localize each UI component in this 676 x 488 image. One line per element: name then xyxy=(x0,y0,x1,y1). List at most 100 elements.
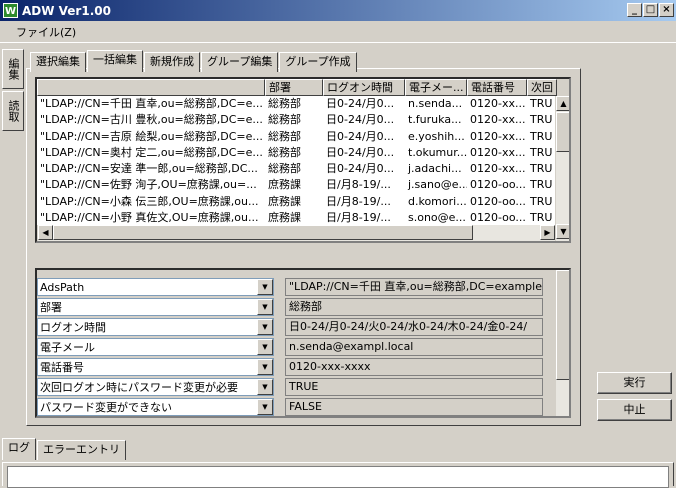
tab-new[interactable]: 新規作成 xyxy=(144,52,200,72)
tab-group-create[interactable]: グループ作成 xyxy=(279,52,356,72)
tab-log[interactable]: ログ xyxy=(2,438,36,460)
field-select[interactable]: 電話番号 ▼ xyxy=(37,358,274,376)
field-select-label: 電子メール xyxy=(40,339,95,355)
tab-bulk-edit[interactable]: 一括編集 xyxy=(87,50,143,72)
table-cell: 日0-24/月0... xyxy=(323,112,405,128)
log-text[interactable] xyxy=(7,466,669,488)
table-cell: 日0-24/月0... xyxy=(323,129,405,145)
table-cell: "LDAP://CN=小野 真佐文,OU=庶務課,ou... xyxy=(37,210,265,226)
detail-row: パスワード変更ができない ▼ FALSE xyxy=(37,398,543,416)
table-cell: TRU xyxy=(527,210,557,226)
table-cell: "LDAP://CN=千田 直幸,ou=総務部,DC=e... xyxy=(37,96,265,112)
field-value[interactable]: "LDAP://CN=千田 直幸,ou=総務部,DC=example,D xyxy=(285,278,543,296)
field-value[interactable]: n.senda@exampl.local xyxy=(285,338,543,356)
chevron-down-icon[interactable]: ▼ xyxy=(257,379,273,395)
hscroll-thumb[interactable] xyxy=(53,225,473,240)
field-value[interactable]: TRUE xyxy=(285,378,543,396)
table-cell: TRU xyxy=(527,96,557,112)
close-button[interactable]: × xyxy=(659,3,674,17)
field-value[interactable]: FALSE xyxy=(285,398,543,416)
table-row[interactable]: "LDAP://CN=小野 真佐文,OU=庶務課,ou...庶務課日/月8-19… xyxy=(37,210,569,226)
table-cell: TRU xyxy=(527,194,557,210)
tab-group-edit[interactable]: グループ編集 xyxy=(201,52,278,72)
menu-file[interactable]: ファイル(Z) xyxy=(16,24,76,40)
grid-vscroll[interactable]: ▲ ▼ xyxy=(555,96,571,241)
table-cell: 日0-24/月0... xyxy=(323,145,405,161)
detail-vscroll[interactable] xyxy=(555,270,571,416)
log-area[interactable] xyxy=(2,462,674,486)
user-grid[interactable]: 部署 ログオン時間 電子メー... 電話番号 次回 "LDAP://CN=千田 … xyxy=(35,77,571,243)
table-cell: 庶務課 xyxy=(265,210,323,226)
chevron-down-icon[interactable]: ▼ xyxy=(257,299,273,315)
field-select-label: パスワード変更ができない xyxy=(40,399,172,415)
col-department[interactable]: 部署 xyxy=(265,79,323,96)
chevron-down-icon[interactable]: ▼ xyxy=(257,399,273,415)
field-value[interactable]: 総務部 xyxy=(285,298,543,316)
side-tab-read[interactable]: 読取 xyxy=(2,91,24,131)
table-cell: 庶務課 xyxy=(265,194,323,210)
app-icon: W xyxy=(3,3,18,18)
table-cell: "LDAP://CN=奥村 定二,ou=総務部,DC=e... xyxy=(37,145,265,161)
scroll-down-icon[interactable]: ▼ xyxy=(556,224,571,239)
table-cell: 0120-oo... xyxy=(467,194,527,210)
table-row[interactable]: "LDAP://CN=古川 豊秋,ou=総務部,DC=e...総務部日0-24/… xyxy=(37,112,569,128)
chevron-down-icon[interactable]: ▼ xyxy=(257,339,273,355)
field-select[interactable]: パスワード変更ができない ▼ xyxy=(37,398,274,416)
tab-error-entries[interactable]: エラーエントリ xyxy=(37,440,126,460)
table-cell: 0120-xx... xyxy=(467,161,527,177)
table-cell: 0120-xx... xyxy=(467,145,527,161)
chevron-down-icon[interactable]: ▼ xyxy=(257,279,273,295)
detail-scroll-thumb[interactable] xyxy=(556,270,571,380)
field-select[interactable]: 部署 ▼ xyxy=(37,298,274,316)
scroll-up-icon[interactable]: ▲ xyxy=(556,96,571,111)
scroll-left-icon[interactable]: ◀ xyxy=(38,225,53,240)
field-select[interactable]: AdsPath▼ xyxy=(37,278,274,296)
table-cell: j.adachi... xyxy=(405,161,467,177)
maximize-button[interactable]: □ xyxy=(643,3,658,17)
table-row[interactable]: "LDAP://CN=小森 伝三郎,OU=庶務課,ou...庶務課日/月8-19… xyxy=(37,194,569,210)
side-tab-edit[interactable]: 編集 xyxy=(2,49,24,89)
field-value[interactable]: 日0-24/月0-24/火0-24/水0-24/木0-24/金0-24/ xyxy=(285,318,543,336)
table-row[interactable]: "LDAP://CN=奥村 定二,ou=総務部,DC=e...総務部日0-24/… xyxy=(37,145,569,161)
table-cell: t.furuka... xyxy=(405,112,467,128)
table-cell: 総務部 xyxy=(265,129,323,145)
table-row[interactable]: "LDAP://CN=千田 直幸,ou=総務部,DC=e...総務部日0-24/… xyxy=(37,96,569,112)
col-email[interactable]: 電子メー... xyxy=(405,79,467,96)
col-phone[interactable]: 電話番号 xyxy=(467,79,527,96)
table-cell: "LDAP://CN=佐野 洵子,OU=庶務課,ou=... xyxy=(37,177,265,193)
table-row[interactable]: "LDAP://CN=佐野 洵子,OU=庶務課,ou=...庶務課日/月8-19… xyxy=(37,177,569,193)
table-cell: "LDAP://CN=吉原 絵梨,ou=総務部,DC=e... xyxy=(37,129,265,145)
table-cell: d.komori... xyxy=(405,194,467,210)
field-select[interactable]: ログオン時間▼ xyxy=(37,318,274,336)
execute-button[interactable]: 実行 xyxy=(597,372,672,394)
table-cell: s.ono@e... xyxy=(405,210,467,226)
col-logon-hours[interactable]: ログオン時間 xyxy=(323,79,405,96)
field-select[interactable]: 次回ログオン時にパスワード変更が必要▼ xyxy=(37,378,274,396)
table-cell: 日/月8-19/... xyxy=(323,177,405,193)
table-cell: 日/月8-19/... xyxy=(323,194,405,210)
scroll-thumb[interactable] xyxy=(556,112,571,152)
field-select[interactable]: 電子メール ▼ xyxy=(37,338,274,356)
minimize-button[interactable]: _ xyxy=(627,3,642,17)
table-cell: 総務部 xyxy=(265,112,323,128)
col-next[interactable]: 次回 xyxy=(527,79,557,96)
detail-row: 次回ログオン時にパスワード変更が必要▼ TRUE xyxy=(37,378,543,396)
stop-button[interactable]: 中止 xyxy=(597,399,672,421)
scroll-right-icon[interactable]: ▶ xyxy=(540,225,555,240)
tab-select-edit[interactable]: 選択編集 xyxy=(30,52,86,72)
menu-bar: ファイル(Z) xyxy=(0,21,676,43)
table-cell: e.yoshih... xyxy=(405,129,467,145)
table-row[interactable]: "LDAP://CN=吉原 絵梨,ou=総務部,DC=e...総務部日0-24/… xyxy=(37,129,569,145)
table-cell: 日0-24/月0... xyxy=(323,161,405,177)
field-value[interactable]: 0120-xxx-xxxx xyxy=(285,358,543,376)
chevron-down-icon[interactable]: ▼ xyxy=(257,319,273,335)
table-cell: t.okumur... xyxy=(405,145,467,161)
table-row[interactable]: "LDAP://CN=安達 準一郎,ou=総務部,DC...総務部日0-24/月… xyxy=(37,161,569,177)
chevron-down-icon[interactable]: ▼ xyxy=(257,359,273,375)
field-select-label: 部署 xyxy=(40,299,62,315)
col-adspath[interactable] xyxy=(37,79,265,96)
field-select-label: 電話番号 xyxy=(40,359,84,375)
table-cell: 0120-xx... xyxy=(467,112,527,128)
grid-hscroll[interactable]: ◀ ▶ xyxy=(37,225,555,241)
table-cell: 0120-oo... xyxy=(467,177,527,193)
